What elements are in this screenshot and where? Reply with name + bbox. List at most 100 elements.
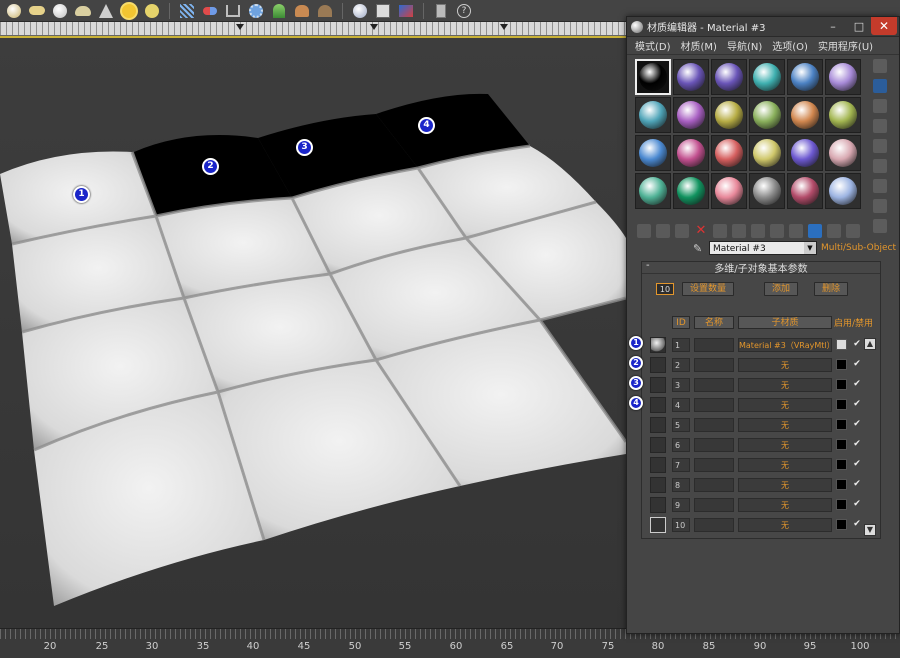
sub-material-id[interactable]: 5 [672, 418, 690, 432]
sub-material-thumbnail[interactable] [650, 417, 666, 433]
sub-material-color-swatch[interactable] [836, 479, 847, 490]
menu-utilities[interactable]: 实用程序(U) [818, 38, 873, 53]
sub-material-button[interactable]: 无 [738, 498, 832, 512]
backlight-icon[interactable] [873, 79, 887, 93]
set-count-button[interactable]: 设置数量 [682, 282, 735, 296]
video-color-check-icon[interactable] [873, 139, 887, 153]
sub-material-id[interactable]: 2 [672, 358, 690, 372]
menu-material[interactable]: 材质(M) [681, 38, 717, 53]
sub-material-button[interactable]: 无 [738, 478, 832, 492]
sample-slot[interactable] [711, 135, 747, 171]
scroll-down-button[interactable]: ▼ [864, 524, 876, 536]
sub-material-name-field[interactable] [694, 338, 734, 352]
minimize-button[interactable]: – [823, 17, 843, 35]
sample-slot[interactable] [673, 173, 709, 209]
go-to-parent-icon[interactable] [827, 224, 841, 238]
enable-checkbox[interactable]: ✔ [852, 379, 862, 389]
sub-material-thumbnail[interactable] [650, 357, 666, 373]
make-preview-icon[interactable] [873, 159, 887, 173]
sample-slot[interactable] [673, 97, 709, 133]
reset-map-icon[interactable]: ✕ [694, 224, 708, 238]
bone-icon[interactable] [223, 2, 243, 20]
id-column-header[interactable]: ID [672, 316, 690, 329]
sub-material-button[interactable]: 无 [738, 518, 832, 532]
collapse-icon[interactable]: - [646, 260, 650, 271]
sample-slot[interactable] [787, 135, 823, 171]
sample-slot[interactable] [635, 97, 671, 133]
sub-material-column-header[interactable]: 子材质 [738, 316, 832, 329]
sub-material-color-swatch[interactable] [836, 359, 847, 370]
select-by-material-icon[interactable] [873, 199, 887, 213]
count-field[interactable]: 10 [656, 283, 674, 295]
menu-navigation[interactable]: 导航(N) [727, 38, 762, 53]
sample-slot[interactable] [749, 59, 785, 95]
sun-position-icon[interactable] [315, 2, 335, 20]
sub-material-id[interactable]: 9 [672, 498, 690, 512]
put-to-library-icon[interactable] [751, 224, 765, 238]
eyedropper-icon[interactable]: ✎ [693, 242, 705, 255]
capsule-icon[interactable] [27, 2, 47, 20]
sample-slot[interactable] [749, 135, 785, 171]
sample-slot[interactable] [749, 173, 785, 209]
sub-material-color-swatch[interactable] [836, 459, 847, 470]
render-setup-icon[interactable] [373, 2, 393, 20]
sub-material-name-field[interactable] [694, 458, 734, 472]
torus-icon[interactable] [4, 2, 24, 20]
particles-icon[interactable] [177, 2, 197, 20]
sub-material-button[interactable]: 无 [738, 378, 832, 392]
sub-material-thumbnail[interactable] [650, 457, 666, 473]
background-icon[interactable] [873, 99, 887, 113]
enable-checkbox[interactable]: ✔ [852, 419, 862, 429]
name-column-header[interactable]: 名称 [694, 316, 734, 329]
sample-slot[interactable] [787, 59, 823, 95]
material-ball-icon[interactable] [350, 2, 370, 20]
enable-checkbox[interactable]: ✔ [852, 439, 862, 449]
enable-checkbox[interactable]: ✔ [852, 339, 862, 349]
sub-material-button[interactable]: Material #3（VRayMtl） [738, 338, 832, 352]
material-type-button[interactable]: Multi/Sub-Object [821, 243, 896, 253]
sub-material-id[interactable]: 1 [672, 338, 690, 352]
sample-slot[interactable] [635, 173, 671, 209]
sub-material-name-field[interactable] [694, 358, 734, 372]
close-button[interactable]: ✕ [871, 17, 897, 35]
assign-to-selection-icon[interactable] [675, 224, 689, 238]
sub-material-id[interactable]: 4 [672, 398, 690, 412]
material-name-field[interactable]: Material #3 ▼ [709, 241, 817, 255]
sample-slot[interactable] [825, 97, 861, 133]
sub-material-name-field[interactable] [694, 518, 734, 532]
box-icon[interactable] [431, 2, 451, 20]
sample-slot[interactable] [673, 59, 709, 95]
sub-material-name-field[interactable] [694, 438, 734, 452]
sub-material-name-field[interactable] [694, 378, 734, 392]
menu-options[interactable]: 选项(O) [772, 38, 808, 53]
capsule-pill-icon[interactable] [200, 2, 220, 20]
sub-material-name-field[interactable] [694, 478, 734, 492]
sample-slot[interactable] [711, 173, 747, 209]
make-unique-icon[interactable] [732, 224, 746, 238]
sample-slot[interactable] [825, 135, 861, 171]
sub-material-color-swatch[interactable] [836, 399, 847, 410]
sub-material-button[interactable]: 无 [738, 438, 832, 452]
sample-slot[interactable] [635, 59, 671, 95]
enable-checkbox[interactable]: ✔ [852, 459, 862, 469]
go-forward-sibling-icon[interactable] [846, 224, 860, 238]
sample-slot[interactable] [749, 97, 785, 133]
sphere-icon[interactable] [50, 2, 70, 20]
enable-checkbox[interactable]: ✔ [852, 399, 862, 409]
sample-slot[interactable] [711, 97, 747, 133]
render-frame-icon[interactable] [396, 2, 416, 20]
menu-mode[interactable]: 模式(D) [635, 38, 671, 53]
sub-material-id[interactable]: 10 [672, 518, 690, 532]
maximize-button[interactable]: □ [849, 17, 869, 35]
enable-checkbox[interactable]: ✔ [852, 519, 862, 529]
sub-material-color-swatch[interactable] [836, 439, 847, 450]
enable-checkbox[interactable]: ✔ [852, 499, 862, 509]
sub-material-thumbnail[interactable] [650, 517, 666, 533]
sub-material-id[interactable]: 8 [672, 478, 690, 492]
sample-slot[interactable] [787, 173, 823, 209]
sample-slot[interactable] [825, 59, 861, 95]
material-id-navigator-icon[interactable] [873, 219, 887, 233]
sub-material-button[interactable]: 无 [738, 358, 832, 372]
sub-material-name-field[interactable] [694, 498, 734, 512]
options-icon[interactable] [873, 179, 887, 193]
